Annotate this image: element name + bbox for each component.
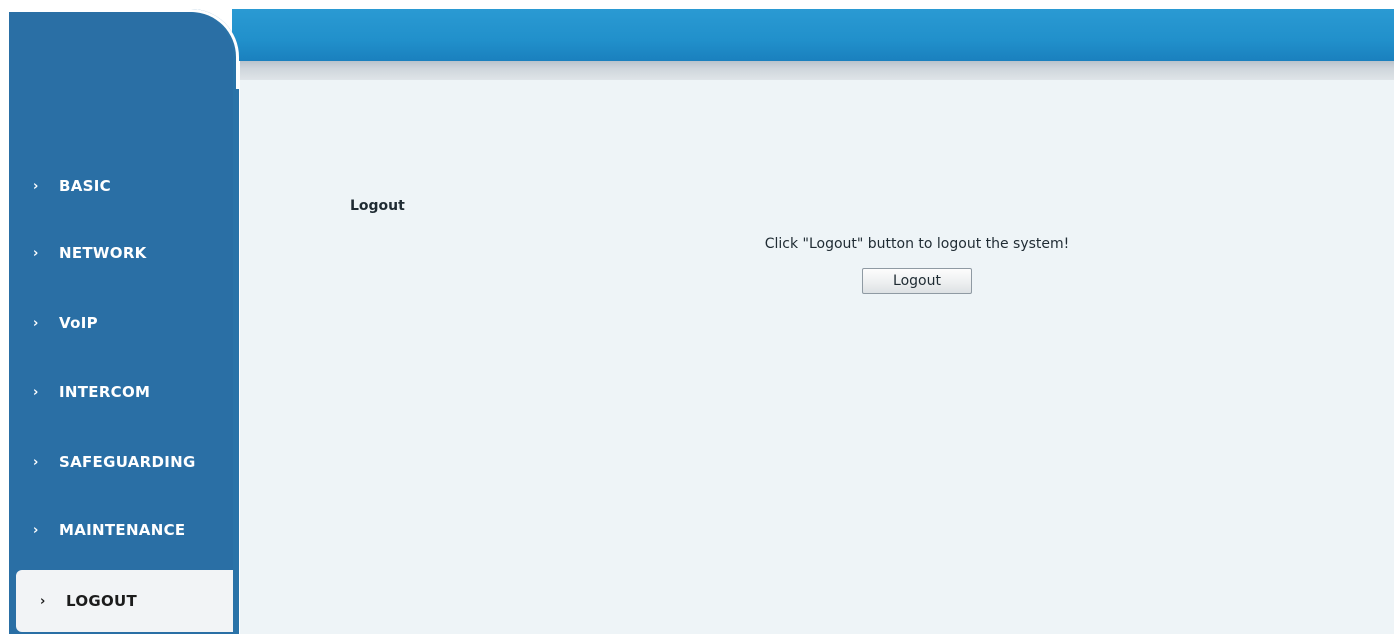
sidebar-item-label: NETWORK	[59, 244, 147, 262]
sidebar-item-label: LOGOUT	[66, 592, 138, 610]
chevron-right-icon: ›	[33, 522, 39, 538]
header-divider	[240, 61, 1394, 80]
page-title: Logout	[350, 198, 405, 214]
sidebar-item-safeguarding[interactable]: › SAFEGUARDING	[9, 431, 233, 493]
sidebar-item-intercom[interactable]: › INTERCOM	[9, 361, 233, 423]
main-content	[240, 80, 1394, 634]
sidebar-item-maintenance[interactable]: › MAINTENANCE	[9, 499, 233, 561]
sidebar-item-label: INTERCOM	[59, 383, 151, 401]
logout-message: Click "Logout" button to logout the syst…	[764, 236, 1070, 252]
sidebar-item-label: MAINTENANCE	[59, 521, 186, 539]
sidebar-item-label: VoIP	[59, 314, 98, 332]
sidebar-nav: › BASIC › NETWORK › VoIP › INTERCOM › SA…	[9, 12, 233, 634]
sidebar-item-label: BASIC	[59, 177, 111, 195]
sidebar-item-voip[interactable]: › VoIP	[9, 292, 233, 354]
header-banner	[232, 9, 1394, 61]
sidebar-item-network[interactable]: › NETWORK	[9, 222, 233, 284]
chevron-right-icon: ›	[40, 593, 46, 609]
logout-button[interactable]: Logout	[862, 268, 972, 294]
chevron-right-icon: ›	[33, 384, 39, 400]
sidebar-item-label: SAFEGUARDING	[59, 453, 196, 471]
sidebar-item-basic[interactable]: › BASIC	[9, 155, 233, 217]
chevron-right-icon: ›	[33, 178, 39, 194]
chevron-right-icon: ›	[33, 315, 39, 331]
chevron-right-icon: ›	[33, 454, 39, 470]
sidebar-item-logout[interactable]: › LOGOUT	[16, 570, 233, 632]
app-window: › BASIC › NETWORK › VoIP › INTERCOM › SA…	[0, 0, 1394, 634]
chevron-right-icon: ›	[33, 245, 39, 261]
